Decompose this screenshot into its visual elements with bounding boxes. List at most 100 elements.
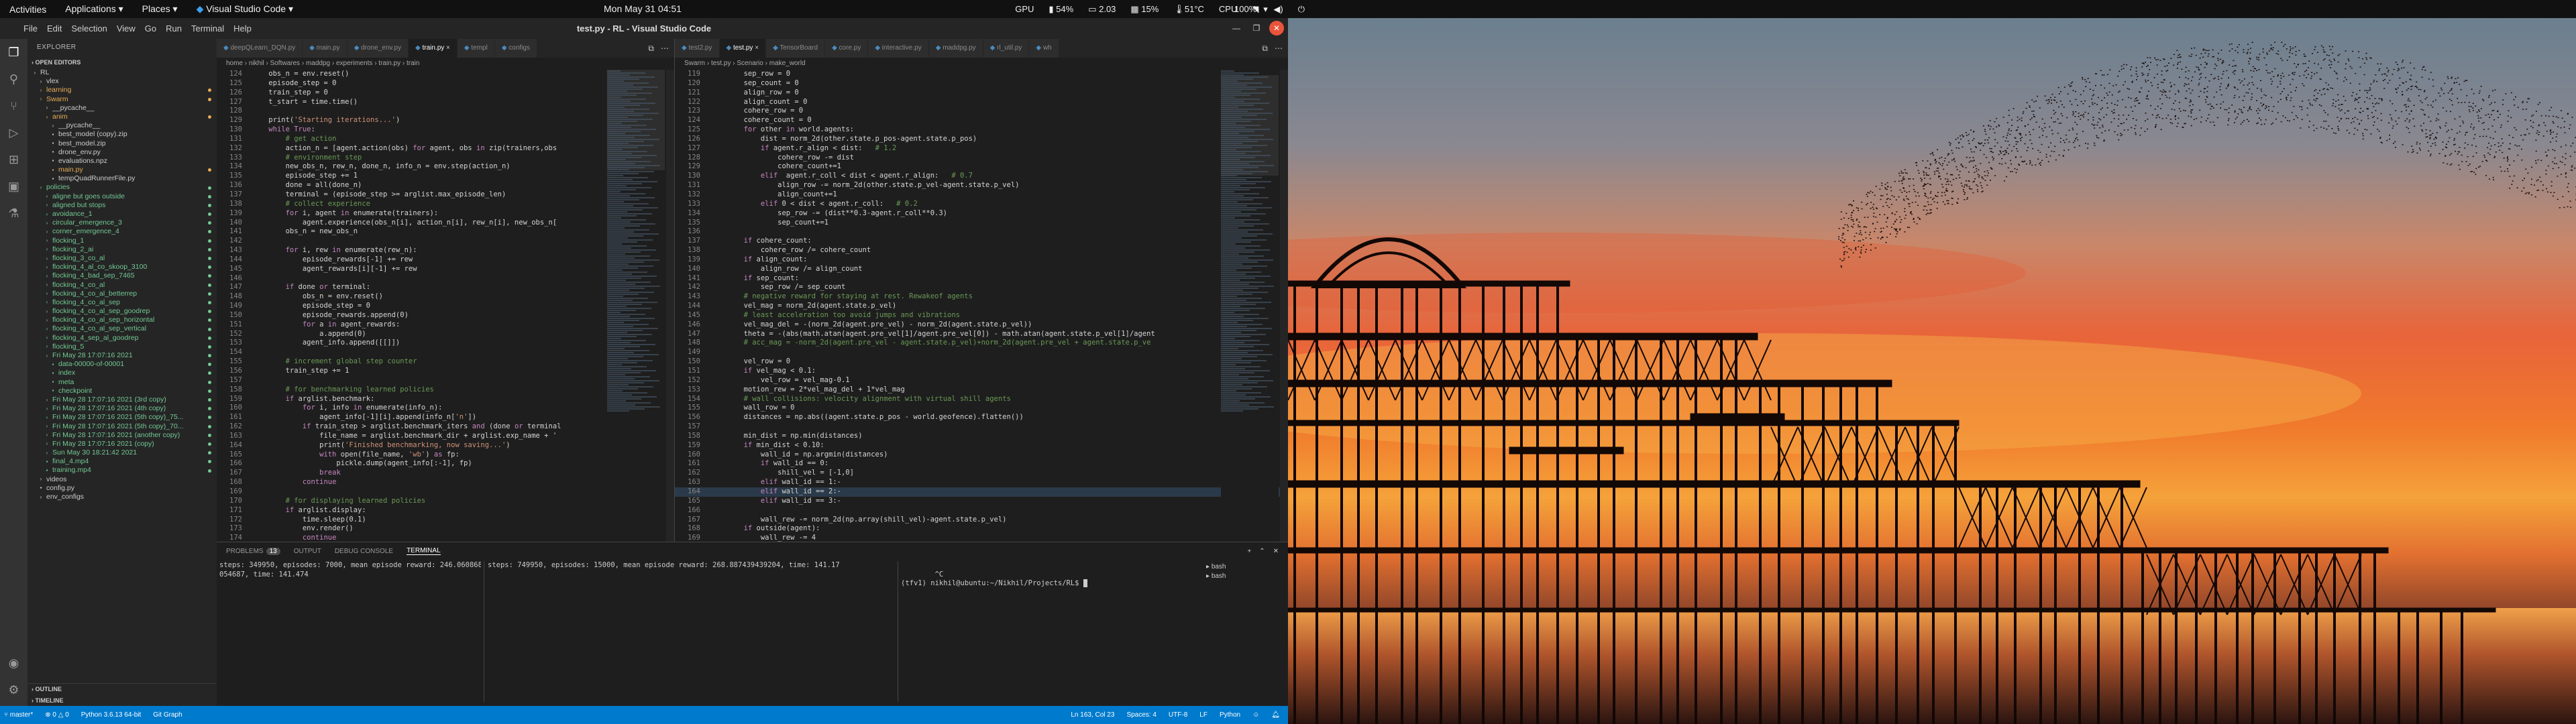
- code-line[interactable]: 162 if train_step > arglist.benchmark_it…: [217, 422, 674, 432]
- code-line[interactable]: 156 distances = np.abs((agent.state.p_po…: [675, 413, 1288, 422]
- code-line[interactable]: 148 obs_n = env.reset(): [217, 292, 674, 302]
- code-line[interactable]: 166 pickle.dump(agent_info[:-1], fp): [217, 459, 674, 469]
- code-line[interactable]: 126 train_step = 0: [217, 88, 674, 98]
- source-control-icon[interactable]: ⑂: [6, 98, 22, 114]
- code-line[interactable]: 148 # acc_mag = -norm_2d(agent.pre_vel -…: [675, 339, 1288, 348]
- code-line[interactable]: 171 if arglist.display:: [217, 506, 674, 516]
- code-line[interactable]: 169: [217, 487, 674, 497]
- code-line[interactable]: 130 elif agent.r_coll < dist < agent.r_a…: [675, 172, 1288, 181]
- file-item[interactable]: ▪ best_model (copy).zip: [28, 130, 217, 139]
- code-line[interactable]: 133 elif 0 < dist < agent.r_coll: # 0.2: [675, 200, 1288, 209]
- code-line[interactable]: 159 if min_dist < 0.10:: [675, 441, 1288, 450]
- code-line[interactable]: 142 sep_row /= sep_count: [675, 283, 1288, 292]
- code-line[interactable]: 169 wall_rew -= 4: [675, 534, 1288, 542]
- file-item[interactable]: ▪ config.py: [28, 484, 217, 493]
- folder-item[interactable]: › vlex: [28, 77, 217, 86]
- editor-tab[interactable]: ◆ maddpg.py: [928, 39, 983, 58]
- code-line[interactable]: 158 # for benchmarking learned policies: [217, 385, 674, 395]
- more-actions-icon[interactable]: ⋯: [1275, 39, 1283, 58]
- folder-item[interactable]: › flocking_3_co_al: [28, 254, 217, 263]
- code-line[interactable]: 138 # collect experience: [217, 200, 674, 209]
- folder-item[interactable]: › circular_emergence_3: [28, 219, 217, 227]
- folder-item[interactable]: › flocking_4_co_al_betterrep: [28, 290, 217, 298]
- code-line[interactable]: 141 if sep_count:: [675, 274, 1288, 284]
- tab-output[interactable]: OUTPUT: [294, 548, 321, 555]
- folder-item[interactable]: › RL: [28, 68, 217, 77]
- code-line[interactable]: 155 wall_row = 0: [675, 404, 1288, 413]
- menu-edit[interactable]: Edit: [42, 23, 66, 34]
- editor-tab[interactable]: ◆ test.py ×: [719, 39, 767, 58]
- code-line[interactable]: 121 align_row = 0: [675, 88, 1288, 98]
- code-line[interactable]: 130 while True:: [217, 125, 674, 135]
- code-line[interactable]: 152 a.append(0): [217, 330, 674, 339]
- code-line[interactable]: 122 align_count = 0: [675, 98, 1288, 107]
- feedback-icon[interactable]: ☺: [1252, 711, 1259, 719]
- settings-gear-icon[interactable]: ⚙: [6, 682, 22, 698]
- code-line[interactable]: 165 elif wall_id == 3:-: [675, 497, 1288, 506]
- folder-item[interactable]: › Fri May 28 17:07:16 2021 (copy): [28, 440, 217, 448]
- folder-item[interactable]: › aligne but goes outside: [28, 192, 217, 201]
- remote-explorer-icon[interactable]: ▣: [6, 178, 22, 194]
- breadcrumb-right[interactable]: Swarm › test.py › Scenario › make_world: [675, 58, 1288, 70]
- code-line[interactable]: 129 print('Starting iterations...'): [217, 116, 674, 125]
- open-editors-section[interactable]: › OPEN EDITORS: [28, 56, 217, 68]
- code-line[interactable]: 153 motion_rew = 2*vel_mag_del + 1*vel_m…: [675, 385, 1288, 395]
- code-line[interactable]: 160 for i, info in enumerate(info_n):: [217, 404, 674, 413]
- code-line[interactable]: 133 # environment step: [217, 154, 674, 163]
- folder-item[interactable]: › flocking_4_co_al_sep_goodrep: [28, 307, 217, 316]
- code-line[interactable]: 173 env.render(): [217, 524, 674, 534]
- cpu-usage-indicator[interactable]: ▦ 15%: [1130, 4, 1159, 15]
- code-line[interactable]: 164 elif wall_id == 2:-: [675, 487, 1288, 497]
- code-line[interactable]: 129 cohere_count+=1: [675, 162, 1288, 172]
- code-line[interactable]: 162 shill_vel = [-1,0]: [675, 469, 1288, 478]
- code-line[interactable]: 161 agent_info[-1][i].append(info_n['n']…: [217, 413, 674, 422]
- tab-terminal[interactable]: TERMINAL: [407, 547, 441, 555]
- explorer-icon[interactable]: ❐: [6, 44, 22, 60]
- code-line[interactable]: 128 cohere_row -= dist: [675, 154, 1288, 163]
- file-item[interactable]: ▪ best_model.zip: [28, 139, 217, 148]
- file-item[interactable]: ▪ final_4.mp4: [28, 457, 217, 466]
- minimap-right[interactable]: [1221, 70, 1279, 542]
- editor-tab[interactable]: ◆ train.py ×: [409, 39, 458, 58]
- split-editor-icon[interactable]: ⧉: [1262, 39, 1268, 58]
- editor-tab[interactable]: ◆ test2.py: [675, 39, 720, 58]
- code-line[interactable]: 147 if done or terminal:: [217, 283, 674, 292]
- folder-item[interactable]: › learning: [28, 86, 217, 95]
- folder-item[interactable]: › corner_emergence_4: [28, 227, 217, 236]
- code-line[interactable]: 156 train_step += 1: [217, 367, 674, 376]
- code-line[interactable]: 146 vel_mag_del = -(norm_2d(agent.pre_ve…: [675, 320, 1288, 330]
- terminal-list-item[interactable]: ▸ bash: [1206, 572, 1226, 581]
- code-line[interactable]: 139 if align_count:: [675, 255, 1288, 265]
- code-line[interactable]: 145 # least acceleration too avoid jumps…: [675, 311, 1288, 320]
- code-line[interactable]: 126 dist = norm_2d(other.state.p_pos-age…: [675, 135, 1288, 144]
- bell-icon[interactable]: 🔔︎: [1271, 711, 1280, 719]
- menu-view[interactable]: View: [112, 23, 140, 34]
- code-line[interactable]: 145 agent_rewards[i][-1] += rew: [217, 265, 674, 274]
- volume-icon[interactable]: ◀): [1273, 4, 1283, 15]
- code-line[interactable]: 137 if cohere_count:: [675, 237, 1288, 246]
- code-line[interactable]: 168 if outside(agent):: [675, 524, 1288, 534]
- code-line[interactable]: 127 if agent.r_align < dist: # 1.2: [675, 144, 1288, 154]
- folder-item[interactable]: › videos: [28, 475, 217, 484]
- menu-run[interactable]: Run: [161, 23, 186, 34]
- scrollbar-left[interactable]: [666, 70, 674, 542]
- cursor-position[interactable]: Ln 163, Col 23: [1071, 711, 1114, 719]
- code-line[interactable]: 135 sep_count+=1: [675, 219, 1288, 228]
- code-line[interactable]: 151 for a in agent_rewards:: [217, 320, 674, 330]
- app-menu[interactable]: ◆ Visual Studio Code ▾: [187, 3, 303, 15]
- code-line[interactable]: 125 episode_step = 0: [217, 79, 674, 88]
- maximize-panel-icon[interactable]: ⌃: [1259, 548, 1265, 555]
- applications-menu[interactable]: Applications ▾: [56, 3, 132, 15]
- code-line[interactable]: 137 terminal = (episode_step >= arglist.…: [217, 190, 674, 200]
- terminal-pane-2[interactable]: steps: 749950, episodes: 15000, mean epi…: [488, 561, 850, 570]
- menu-terminal[interactable]: Terminal: [186, 23, 229, 34]
- terminal-list-item[interactable]: ▸ bash: [1206, 562, 1226, 572]
- folder-item[interactable]: › policies: [28, 183, 217, 192]
- code-line[interactable]: 168 continue: [217, 478, 674, 487]
- file-item[interactable]: ▪ training.mp4: [28, 466, 217, 475]
- code-line[interactable]: 142: [217, 237, 674, 246]
- code-area-right[interactable]: 119 sep_row = 0 120 sep_count = 0 121 alig…: [675, 70, 1288, 542]
- indentation[interactable]: Spaces: 4: [1126, 711, 1156, 719]
- close-button[interactable]: ✕: [1269, 21, 1284, 36]
- language-mode[interactable]: Python: [1220, 711, 1240, 719]
